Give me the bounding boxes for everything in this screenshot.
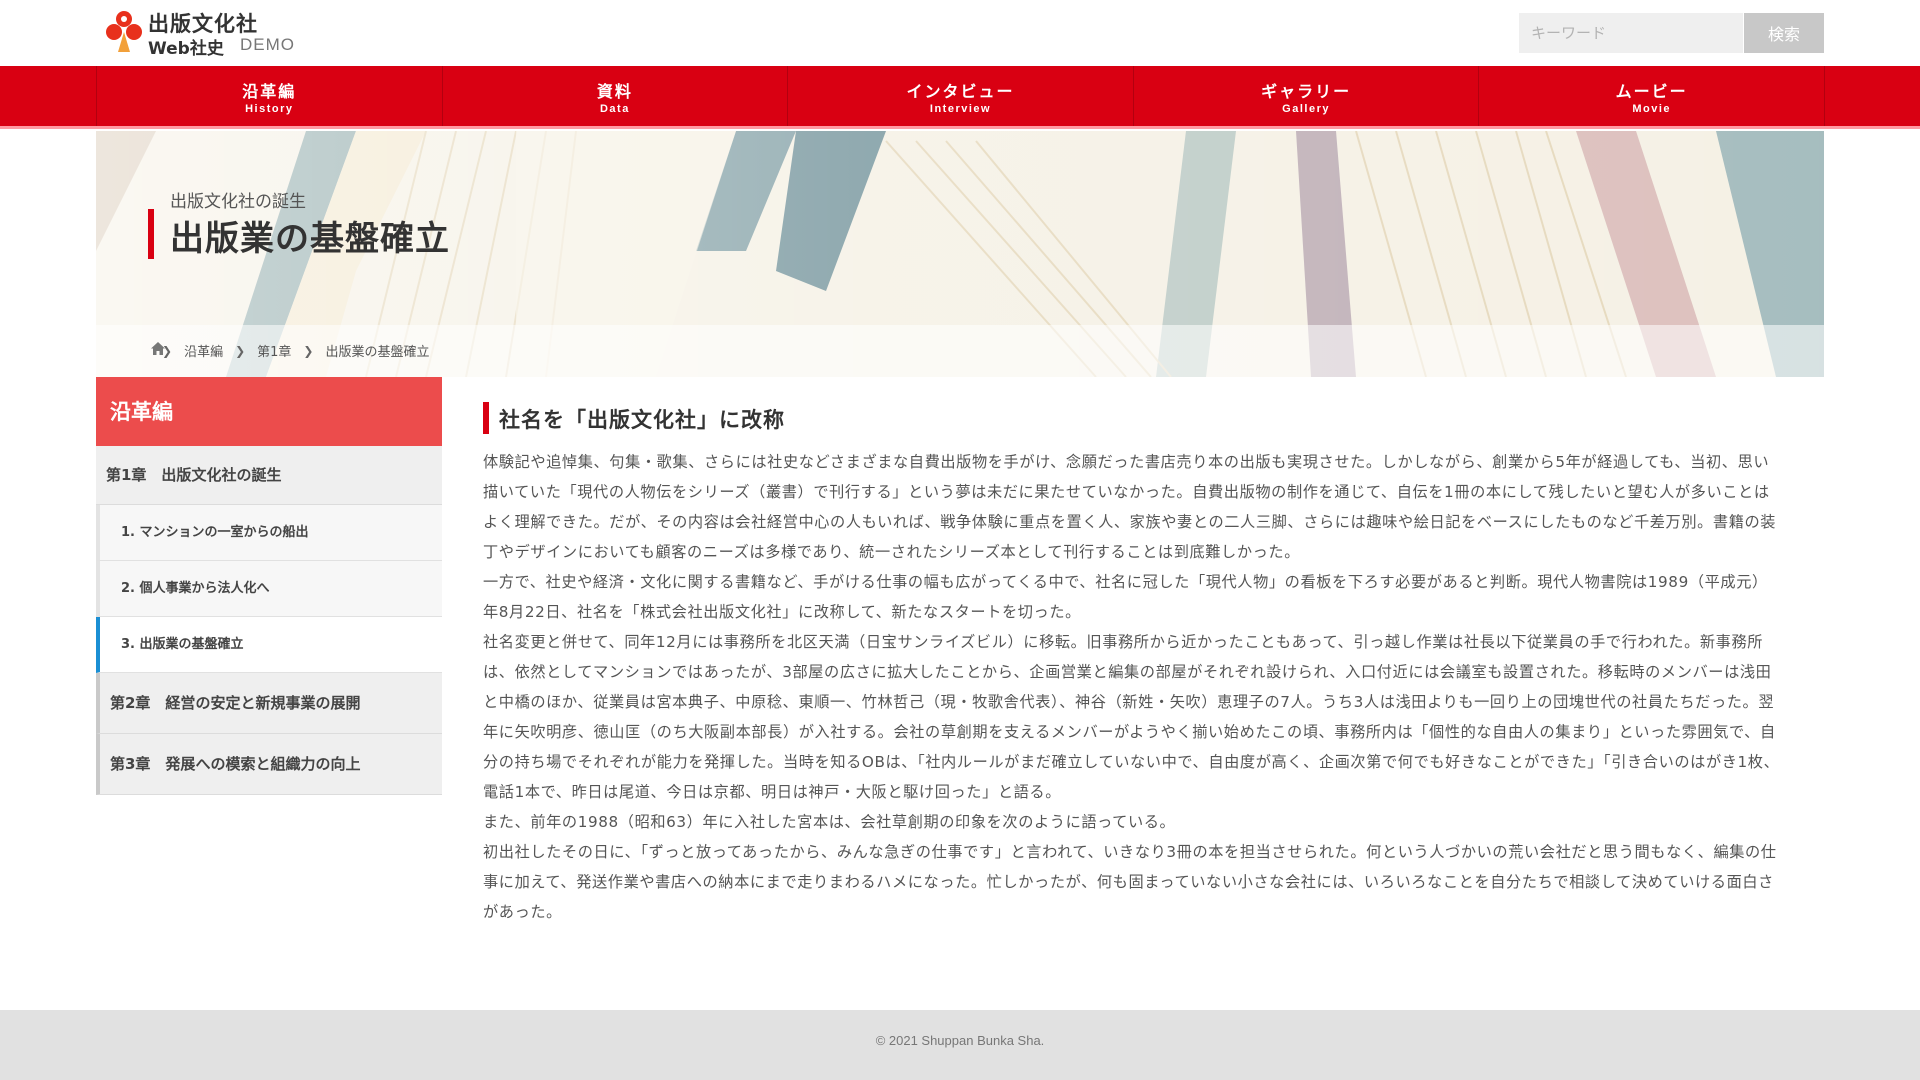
nav-label: 沿革編 — [242, 82, 297, 101]
section-accent-bar — [483, 402, 489, 434]
section-title: 社名を「出版文化社」に改称 — [499, 408, 785, 432]
logo-mark-icon — [106, 11, 142, 52]
paragraph: 社名変更と併せて、同年12月には事務所を北区天満（日宝サンライズビル）に移転。旧… — [483, 633, 1780, 801]
global-nav: 沿革編 History 資料 Data インタビュー Interview ギャラ… — [0, 66, 1920, 129]
site-footer: © 2021 Shuppan Bunka Sha. — [0, 1010, 1920, 1080]
sidebar-chapter-1[interactable]: 第1章 出版文化社の誕生 — [96, 446, 442, 505]
sidebar-heading: 沿革編 — [96, 377, 442, 446]
nav-label: ギャラリー — [1261, 82, 1352, 101]
nav-item-gallery[interactable]: ギャラリー Gallery — [1134, 66, 1480, 126]
paragraph: 初出社したその日に、「ずっと放ってあったから、みんな急ぎの仕事です」と言われて、… — [483, 843, 1777, 921]
nav-sublabel: Data — [599, 103, 630, 115]
nav-sublabel: Movie — [1632, 103, 1672, 115]
sidebar-item-incorporation[interactable]: 2. 個人事業から法人化へ — [96, 561, 442, 617]
breadcrumb: ❯ 沿革編 ❯ 第1章 ❯ 出版業の基盤確立 — [150, 341, 430, 360]
chapter-kicker: 出版文化社の誕生 — [170, 192, 306, 212]
nav-label: インタビュー — [906, 82, 1015, 101]
sidebar: 沿革編 第1章 出版文化社の誕生 1. マンションの一室からの船出 2. 個人事… — [96, 377, 442, 795]
sidebar-chapter-2[interactable]: 第2章 経営の安定と新規事業の展開 — [96, 673, 442, 734]
site-header: 出版文化社 Web社史 DEMO 検索 — [0, 0, 1920, 66]
page-title: 出版業の基盤確立 — [170, 219, 450, 259]
nav-sublabel: Interview — [929, 103, 992, 115]
nav-item-history[interactable]: 沿革編 History — [97, 66, 443, 126]
chevron-right-icon: ❯ — [303, 343, 314, 358]
nav-sublabel: History — [245, 103, 294, 115]
copyright-text: © 2021 Shuppan Bunka Sha. — [875, 1033, 1045, 1048]
sidebar-item-mansion[interactable]: 1. マンションの一室からの船出 — [96, 505, 442, 561]
chevron-right-icon: ❯ — [235, 343, 246, 358]
paragraph: また、前年の1988（昭和63）年に入社した宮本は、会社草創期の印象を次のように… — [483, 813, 1176, 831]
hero-banner: 出版文化社の誕生 出版業の基盤確立 ❯ 沿革編 ❯ 第1章 ❯ 出版業の基盤確立 — [96, 131, 1824, 377]
breadcrumb-item[interactable]: 沿革編 — [184, 341, 223, 360]
home-icon[interactable] — [150, 341, 166, 356]
nav-label: 資料 — [596, 82, 633, 101]
paragraph: 体験記や追悼集、句集・歌集、さらには社史などさまざまな自費出版物を手がけ、念願だ… — [483, 453, 1777, 561]
nav-item-movie[interactable]: ムービー Movie — [1479, 66, 1825, 126]
search-button[interactable]: 検索 — [1744, 13, 1824, 53]
article-body: 体験記や追悼集、句集・歌集、さらには社史などさまざまな自費出版物を手がけ、念願だ… — [483, 447, 1783, 927]
paragraph: 一方で、社史や経済・文化に関する書籍など、手がける仕事の幅も広がってくる中で、社… — [483, 573, 1768, 621]
search-input[interactable] — [1519, 13, 1743, 53]
sidebar-item-foundation[interactable]: 3. 出版業の基盤確立 — [96, 617, 442, 673]
nav-item-interview[interactable]: インタビュー Interview — [788, 66, 1134, 126]
nav-item-data[interactable]: 資料 Data — [443, 66, 789, 126]
breadcrumb-item[interactable]: 第1章 — [257, 341, 291, 360]
breadcrumb-current: 出版業の基盤確立 — [325, 345, 430, 360]
logo-subtitle: Web社史 — [148, 39, 224, 59]
site-logo[interactable]: 出版文化社 Web社史 DEMO — [104, 8, 304, 59]
nav-label: ムービー — [1615, 82, 1688, 101]
nav-sublabel: Gallery — [1282, 103, 1330, 115]
sidebar-chapter-3[interactable]: 第3章 発展への模索と組織力の向上 — [96, 734, 442, 795]
title-accent-bar — [148, 209, 154, 259]
logo-demo-label: DEMO — [240, 35, 295, 54]
